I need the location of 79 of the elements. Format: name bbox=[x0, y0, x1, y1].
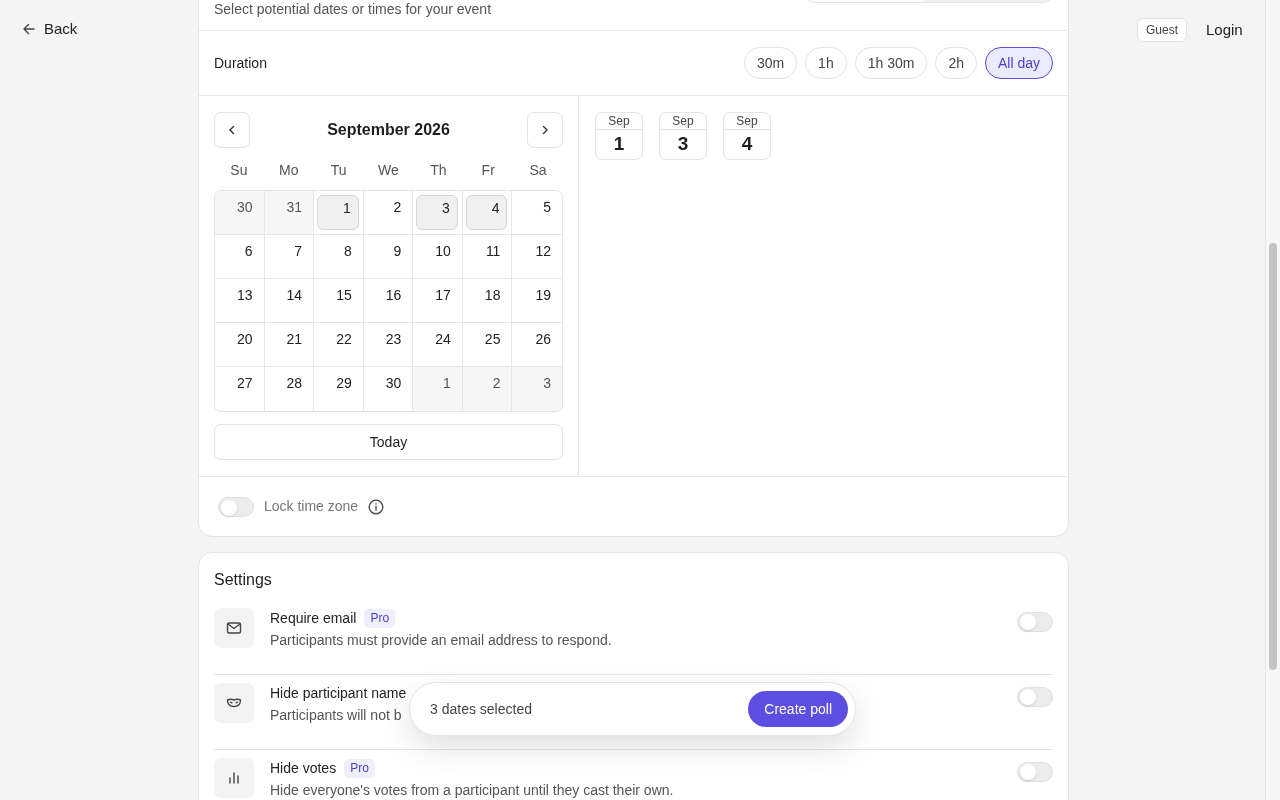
subtitle: Select potential dates or times for your event bbox=[214, 0, 492, 19]
setting-title: Hide votes bbox=[270, 758, 337, 778]
calendar-day[interactable]: 7 bbox=[267, 239, 310, 274]
setting-toggle[interactable] bbox=[1017, 612, 1053, 632]
login-button[interactable]: Login bbox=[1200, 17, 1249, 43]
calendar-day[interactable]: 28 bbox=[267, 371, 310, 406]
back-button[interactable]: Back bbox=[22, 19, 78, 39]
calendar-day[interactable]: 25 bbox=[465, 327, 508, 362]
selection-count: 3 dates selected bbox=[430, 699, 532, 719]
weekday-label: Sa bbox=[528, 161, 548, 180]
chevron-right-icon bbox=[540, 125, 550, 135]
calendar-day[interactable]: 4 bbox=[465, 195, 508, 230]
calendar-day[interactable]: 23 bbox=[366, 327, 409, 362]
weekday-label: Th bbox=[429, 161, 448, 180]
date-chip-day: 3 bbox=[660, 130, 706, 159]
next-month-button[interactable] bbox=[527, 112, 563, 148]
weekday-label: Su bbox=[229, 161, 249, 180]
weekday-label: We bbox=[377, 161, 400, 180]
calendar-day[interactable]: 29 bbox=[317, 371, 359, 406]
calendar-day[interactable]: 5 bbox=[515, 195, 558, 230]
duration-option[interactable]: 2h bbox=[935, 47, 977, 79]
calendar-day[interactable]: 14 bbox=[267, 283, 310, 318]
calendar-day[interactable]: 19 bbox=[515, 283, 558, 318]
calendar-day[interactable]: 13 bbox=[218, 283, 260, 318]
calendar-day[interactable]: 15 bbox=[317, 283, 359, 318]
date-chip-day: 4 bbox=[724, 130, 770, 159]
today-button[interactable]: Today bbox=[214, 424, 563, 460]
setting-description: Participants will not b bbox=[270, 706, 402, 725]
calendar-day[interactable]: 17 bbox=[416, 283, 458, 318]
setting-title: Hide participant name bbox=[270, 683, 407, 703]
calendar-day[interactable]: 2 bbox=[366, 195, 409, 230]
weekday-label: Fr bbox=[480, 161, 496, 180]
info-icon[interactable] bbox=[368, 498, 385, 515]
calendar-day[interactable]: 1 bbox=[317, 195, 359, 230]
create-poll-button[interactable]: Create poll bbox=[748, 691, 848, 727]
calendar-day[interactable]: 8 bbox=[317, 239, 359, 274]
setting-description: Hide everyone's votes from a participant until they cast their own. bbox=[270, 781, 674, 800]
calendar-day[interactable]: 20 bbox=[218, 327, 260, 362]
weekday-label: Tu bbox=[329, 161, 348, 180]
calendar-day[interactable]: 26 bbox=[515, 327, 558, 362]
settings-title: Settings bbox=[214, 570, 273, 590]
mail-icon bbox=[225, 619, 243, 637]
setting-toggle[interactable] bbox=[1017, 687, 1053, 707]
guest-badge: Guest bbox=[1137, 18, 1187, 42]
calendar-day[interactable]: 12 bbox=[515, 239, 558, 274]
duration-option[interactable]: All day bbox=[984, 47, 1053, 79]
calendar-day[interactable]: 21 bbox=[267, 327, 310, 362]
pro-badge: Pro bbox=[344, 758, 375, 778]
setting-description: Participants must provide an email address to respond. bbox=[270, 631, 612, 650]
setting-toggle[interactable] bbox=[1017, 762, 1053, 782]
date-chip-day: 1 bbox=[596, 130, 642, 159]
lock-time-zone-label: Lock time zone bbox=[264, 497, 359, 516]
duration-option[interactable]: 1h bbox=[805, 47, 847, 79]
weekday-label: Mo bbox=[278, 161, 300, 180]
duration-option[interactable]: 30m bbox=[743, 47, 798, 79]
calendar-day[interactable]: 9 bbox=[366, 239, 409, 274]
calendar-day[interactable]: 18 bbox=[465, 283, 508, 318]
calendar-day[interactable]: 6 bbox=[218, 239, 260, 274]
calendar-day[interactable]: 24 bbox=[416, 327, 458, 362]
duration-option[interactable]: 1h 30m bbox=[854, 47, 928, 79]
date-chip-month: Sep bbox=[660, 113, 706, 130]
calendar-day[interactable]: 30 bbox=[366, 371, 409, 406]
scrollbar-thumb[interactable] bbox=[1269, 243, 1277, 670]
chevron-left-icon bbox=[227, 125, 237, 135]
month-title: September 2026 bbox=[327, 120, 450, 140]
calendar-day[interactable]: 22 bbox=[317, 327, 359, 362]
calendar-day[interactable]: 11 bbox=[465, 239, 508, 274]
pro-badge: Pro bbox=[364, 608, 396, 628]
back-arrow-icon bbox=[22, 22, 36, 36]
lock-time-zone-toggle[interactable] bbox=[218, 496, 254, 517]
setting-title: Require email bbox=[270, 608, 357, 628]
previous-month-button[interactable] bbox=[214, 112, 250, 148]
calendar-day[interactable]: 16 bbox=[366, 283, 409, 318]
date-chip-month: Sep bbox=[596, 113, 642, 130]
duration-label: Duration bbox=[214, 53, 267, 73]
calendar-day[interactable]: 3 bbox=[416, 195, 458, 230]
calendar-day[interactable]: 10 bbox=[416, 239, 458, 274]
calendar-day[interactable]: 27 bbox=[218, 371, 260, 406]
date-chip-month: Sep bbox=[724, 113, 770, 130]
